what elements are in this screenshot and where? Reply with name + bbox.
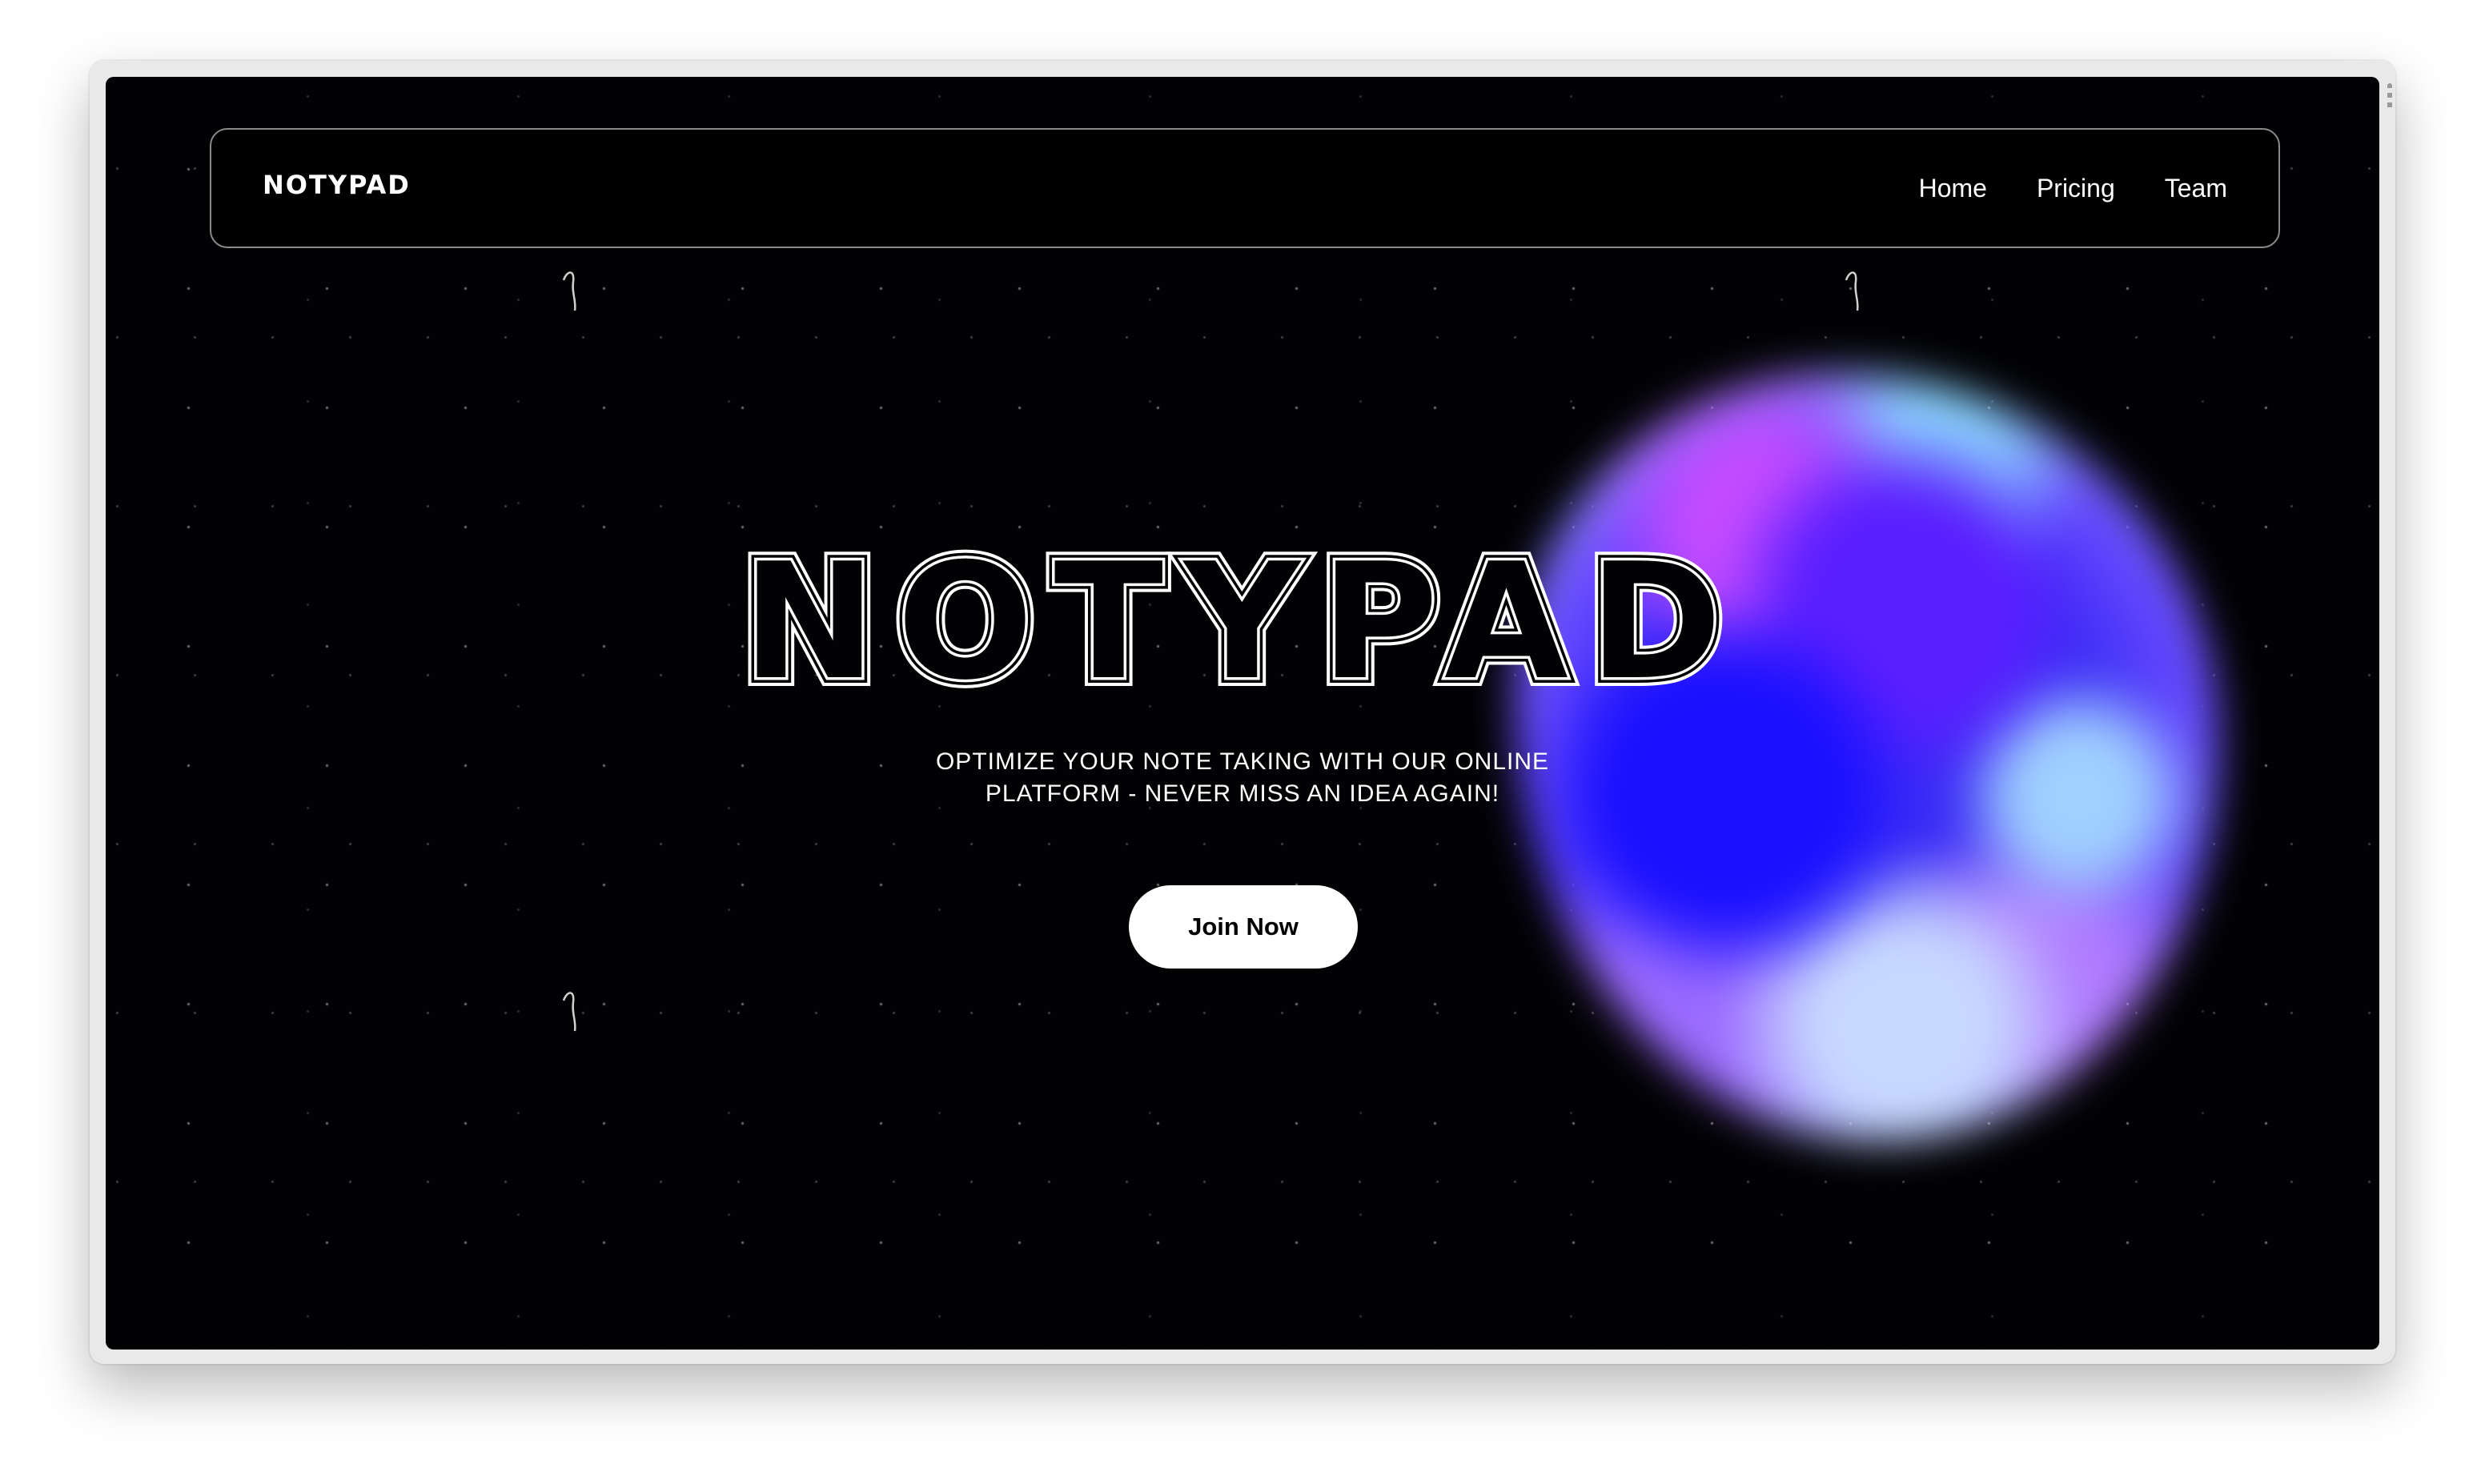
hero-subtitle: OPTIMIZE YOUR NOTE TAKING WITH OUR ONLIN… [106,746,2379,810]
hero-subtitle-line-1: OPTIMIZE YOUR NOTE TAKING WITH OUR ONLIN… [935,748,1550,775]
nav-links: Home Pricing Team [1919,130,2227,247]
hero-subtitle-line-2: PLATFORM - NEVER MISS AN IDEA AGAIN! [985,780,1500,807]
browser-window: NOTYPAD Home Pricing Team NOTYPAD NOTYPA… [90,61,2395,1364]
page-viewport: NOTYPAD Home Pricing Team NOTYPAD NOTYPA… [106,77,2379,1350]
scratch-mark-decoration [1845,271,1859,311]
resize-grip[interactable] [2387,83,2392,112]
hero-title: NOTYPAD NOTYPAD NOTYPAD NOTYPAD [106,541,2379,701]
scratch-mark-decoration [562,992,576,1032]
nav-link-home[interactable]: Home [1919,174,1987,203]
join-now-button[interactable]: Join Now [1129,885,1358,969]
nav-link-team[interactable]: Team [2165,174,2227,203]
hero-title-fill: NOTYPAD [742,541,1743,701]
top-navbar: NOTYPAD Home Pricing Team [210,128,2280,248]
hero-title-graphic: NOTYPAD NOTYPAD NOTYPAD NOTYPAD [733,541,1743,701]
nav-link-pricing[interactable]: Pricing [2037,174,2115,203]
brand-logo[interactable]: NOTYPAD [263,170,411,200]
scratch-mark-decoration [562,271,576,311]
